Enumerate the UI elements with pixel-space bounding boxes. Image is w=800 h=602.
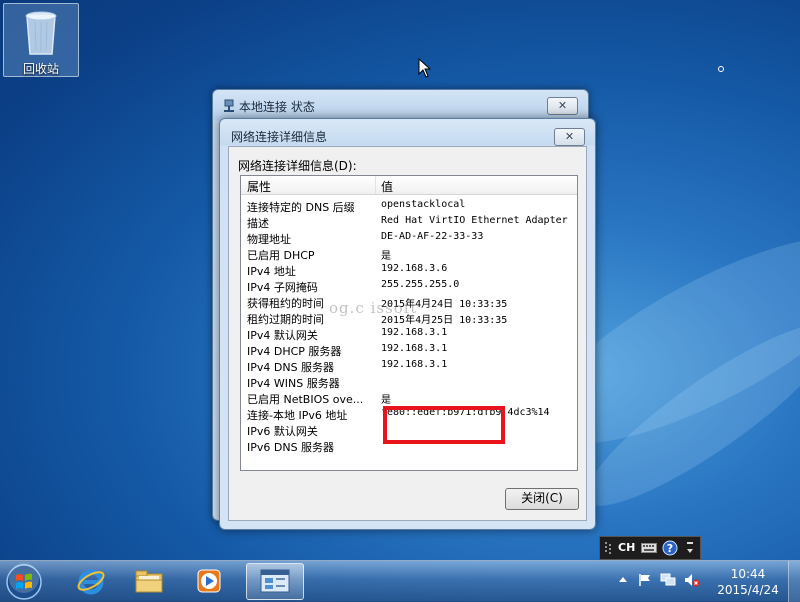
- taskbar: 10:44 2015/4/24: [0, 560, 800, 602]
- network-tray-icon[interactable]: [660, 573, 676, 587]
- status-window-close-button[interactable]: ✕: [547, 97, 578, 115]
- row-property: IPv4 子网掩码: [247, 281, 318, 294]
- volume-muted-icon[interactable]: [684, 573, 700, 587]
- close-button[interactable]: 关闭(C): [505, 488, 579, 510]
- row-value: openstacklocal: [381, 199, 466, 210]
- row-property: IPv4 DNS 服务器: [247, 361, 335, 374]
- details-window-close-button[interactable]: ✕: [554, 128, 585, 146]
- clock-date: 2015/4/24: [717, 583, 779, 597]
- language-bar[interactable]: CH ?: [599, 536, 701, 560]
- row-value: 是: [381, 395, 391, 406]
- row-property: 物理地址: [247, 233, 291, 246]
- row-property: IPv4 WINS 服务器: [247, 377, 340, 390]
- control-panel-icon: [260, 569, 290, 593]
- row-property: 已启用 DHCP: [247, 249, 315, 262]
- blog-watermark: og.c issoft: [329, 299, 418, 317]
- clock-time: 10:44: [730, 567, 766, 581]
- media-player-icon: [197, 569, 221, 593]
- row-property: 租约过期的时间: [247, 313, 324, 326]
- row-property: 获得租约的时间: [247, 297, 324, 310]
- details-client-area: 网络连接详细信息(D): 属性 值 连接特定的 DNS 后缀 openstackl…: [228, 146, 587, 521]
- row-property: 描述: [247, 217, 269, 230]
- table-row[interactable]: IPv4 DHCP 服务器 192.168.3.1: [241, 342, 577, 358]
- details-window-title: 网络连接详细信息: [231, 130, 328, 144]
- row-value: Red Hat VirtIO Ethernet Adapter: [381, 215, 568, 226]
- table-row[interactable]: 物理地址 DE-AD-AF-22-33-33: [241, 230, 577, 246]
- recycle-bin-label: 回收站: [22, 62, 59, 76]
- svg-text:?: ?: [667, 542, 673, 555]
- row-property: IPv6 DNS 服务器: [247, 441, 335, 454]
- folder-library-icon: [135, 570, 163, 593]
- row-property: IPv4 DHCP 服务器: [247, 345, 342, 358]
- column-header-value[interactable]: 值: [381, 178, 393, 195]
- row-value: DE-AD-AF-22-33-33: [381, 231, 484, 242]
- language-indicator[interactable]: CH: [618, 541, 635, 554]
- taskbar-media-player-button[interactable]: [180, 563, 238, 600]
- keyboard-icon[interactable]: [641, 543, 657, 553]
- details-list[interactable]: 属性 值 连接特定的 DNS 后缀 openstacklocal 描述 Red Ha…: [240, 175, 578, 471]
- row-property: 已启用 NetBIOS ove...: [247, 393, 364, 406]
- options-arrow-icon[interactable]: [686, 540, 694, 556]
- details-group-label: 网络连接详细信息(D):: [238, 159, 357, 173]
- row-value: 255.255.255.0: [381, 279, 460, 290]
- row-value: 192.168.3.1: [381, 343, 448, 354]
- windows-start-orb-icon[interactable]: [4, 563, 44, 601]
- taskbar-network-connections-button[interactable]: [246, 563, 304, 600]
- row-property: IPv4 地址: [247, 265, 296, 278]
- row-value: 192.168.3.1: [381, 359, 448, 370]
- list-header: 属性 值: [241, 176, 577, 195]
- mouse-cursor-icon: [418, 58, 432, 78]
- grip-icon: [605, 542, 611, 554]
- taskbar-clock[interactable]: 10:44 2015/4/24: [712, 566, 784, 598]
- row-value: 192.168.3.6: [381, 263, 448, 274]
- status-window-title: 本地连接 状态: [239, 100, 315, 114]
- table-row[interactable]: 已启用 DHCP 是: [241, 246, 577, 262]
- table-row[interactable]: IPv4 地址 192.168.3.6: [241, 262, 577, 278]
- row-property: 连接-本地 IPv6 地址: [247, 409, 348, 422]
- row-property: IPv6 默认网关: [247, 425, 318, 438]
- taskbar-explorer-button[interactable]: [120, 563, 178, 600]
- table-row[interactable]: IPv4 DNS 服务器 192.168.3.1: [241, 358, 577, 374]
- table-row[interactable]: IPv4 WINS 服务器: [241, 374, 577, 390]
- taskbar-ie-button[interactable]: [62, 563, 120, 600]
- recycle-bin-icon: [25, 11, 57, 55]
- table-row[interactable]: 已启用 NetBIOS ove... 是: [241, 390, 577, 406]
- table-row[interactable]: 连接特定的 DNS 后缀 openstacklocal: [241, 198, 577, 214]
- desktop-dot: [718, 66, 724, 72]
- action-center-flag-icon[interactable]: [638, 573, 652, 587]
- table-row[interactable]: 描述 Red Hat VirtIO Ethernet Adapter: [241, 214, 577, 230]
- row-value: 192.168.3.1: [381, 327, 448, 338]
- column-header-property[interactable]: 属性: [247, 178, 271, 195]
- column-separator[interactable]: [375, 176, 376, 194]
- show-desktop-button[interactable]: [788, 561, 800, 602]
- network-details-window[interactable]: 网络连接详细信息 ✕ 网络连接详细信息(D): 属性 值 连接特定的 DNS 后…: [219, 118, 596, 530]
- help-icon[interactable]: ?: [662, 540, 678, 556]
- row-property: 连接特定的 DNS 后缀: [247, 201, 355, 214]
- row-property: IPv4 默认网关: [247, 329, 318, 342]
- ip-highlight-box: [383, 406, 505, 444]
- table-row[interactable]: IPv4 子网掩码 255.255.255.0: [241, 278, 577, 294]
- row-value: 是: [381, 251, 391, 262]
- table-row[interactable]: IPv4 默认网关 192.168.3.1: [241, 326, 577, 342]
- network-adapter-icon: [224, 99, 234, 112]
- recycle-bin-shortcut[interactable]: 回收站: [3, 3, 79, 77]
- internet-explorer-icon: [77, 569, 105, 595]
- show-hidden-icons-arrow-icon[interactable]: [618, 575, 628, 585]
